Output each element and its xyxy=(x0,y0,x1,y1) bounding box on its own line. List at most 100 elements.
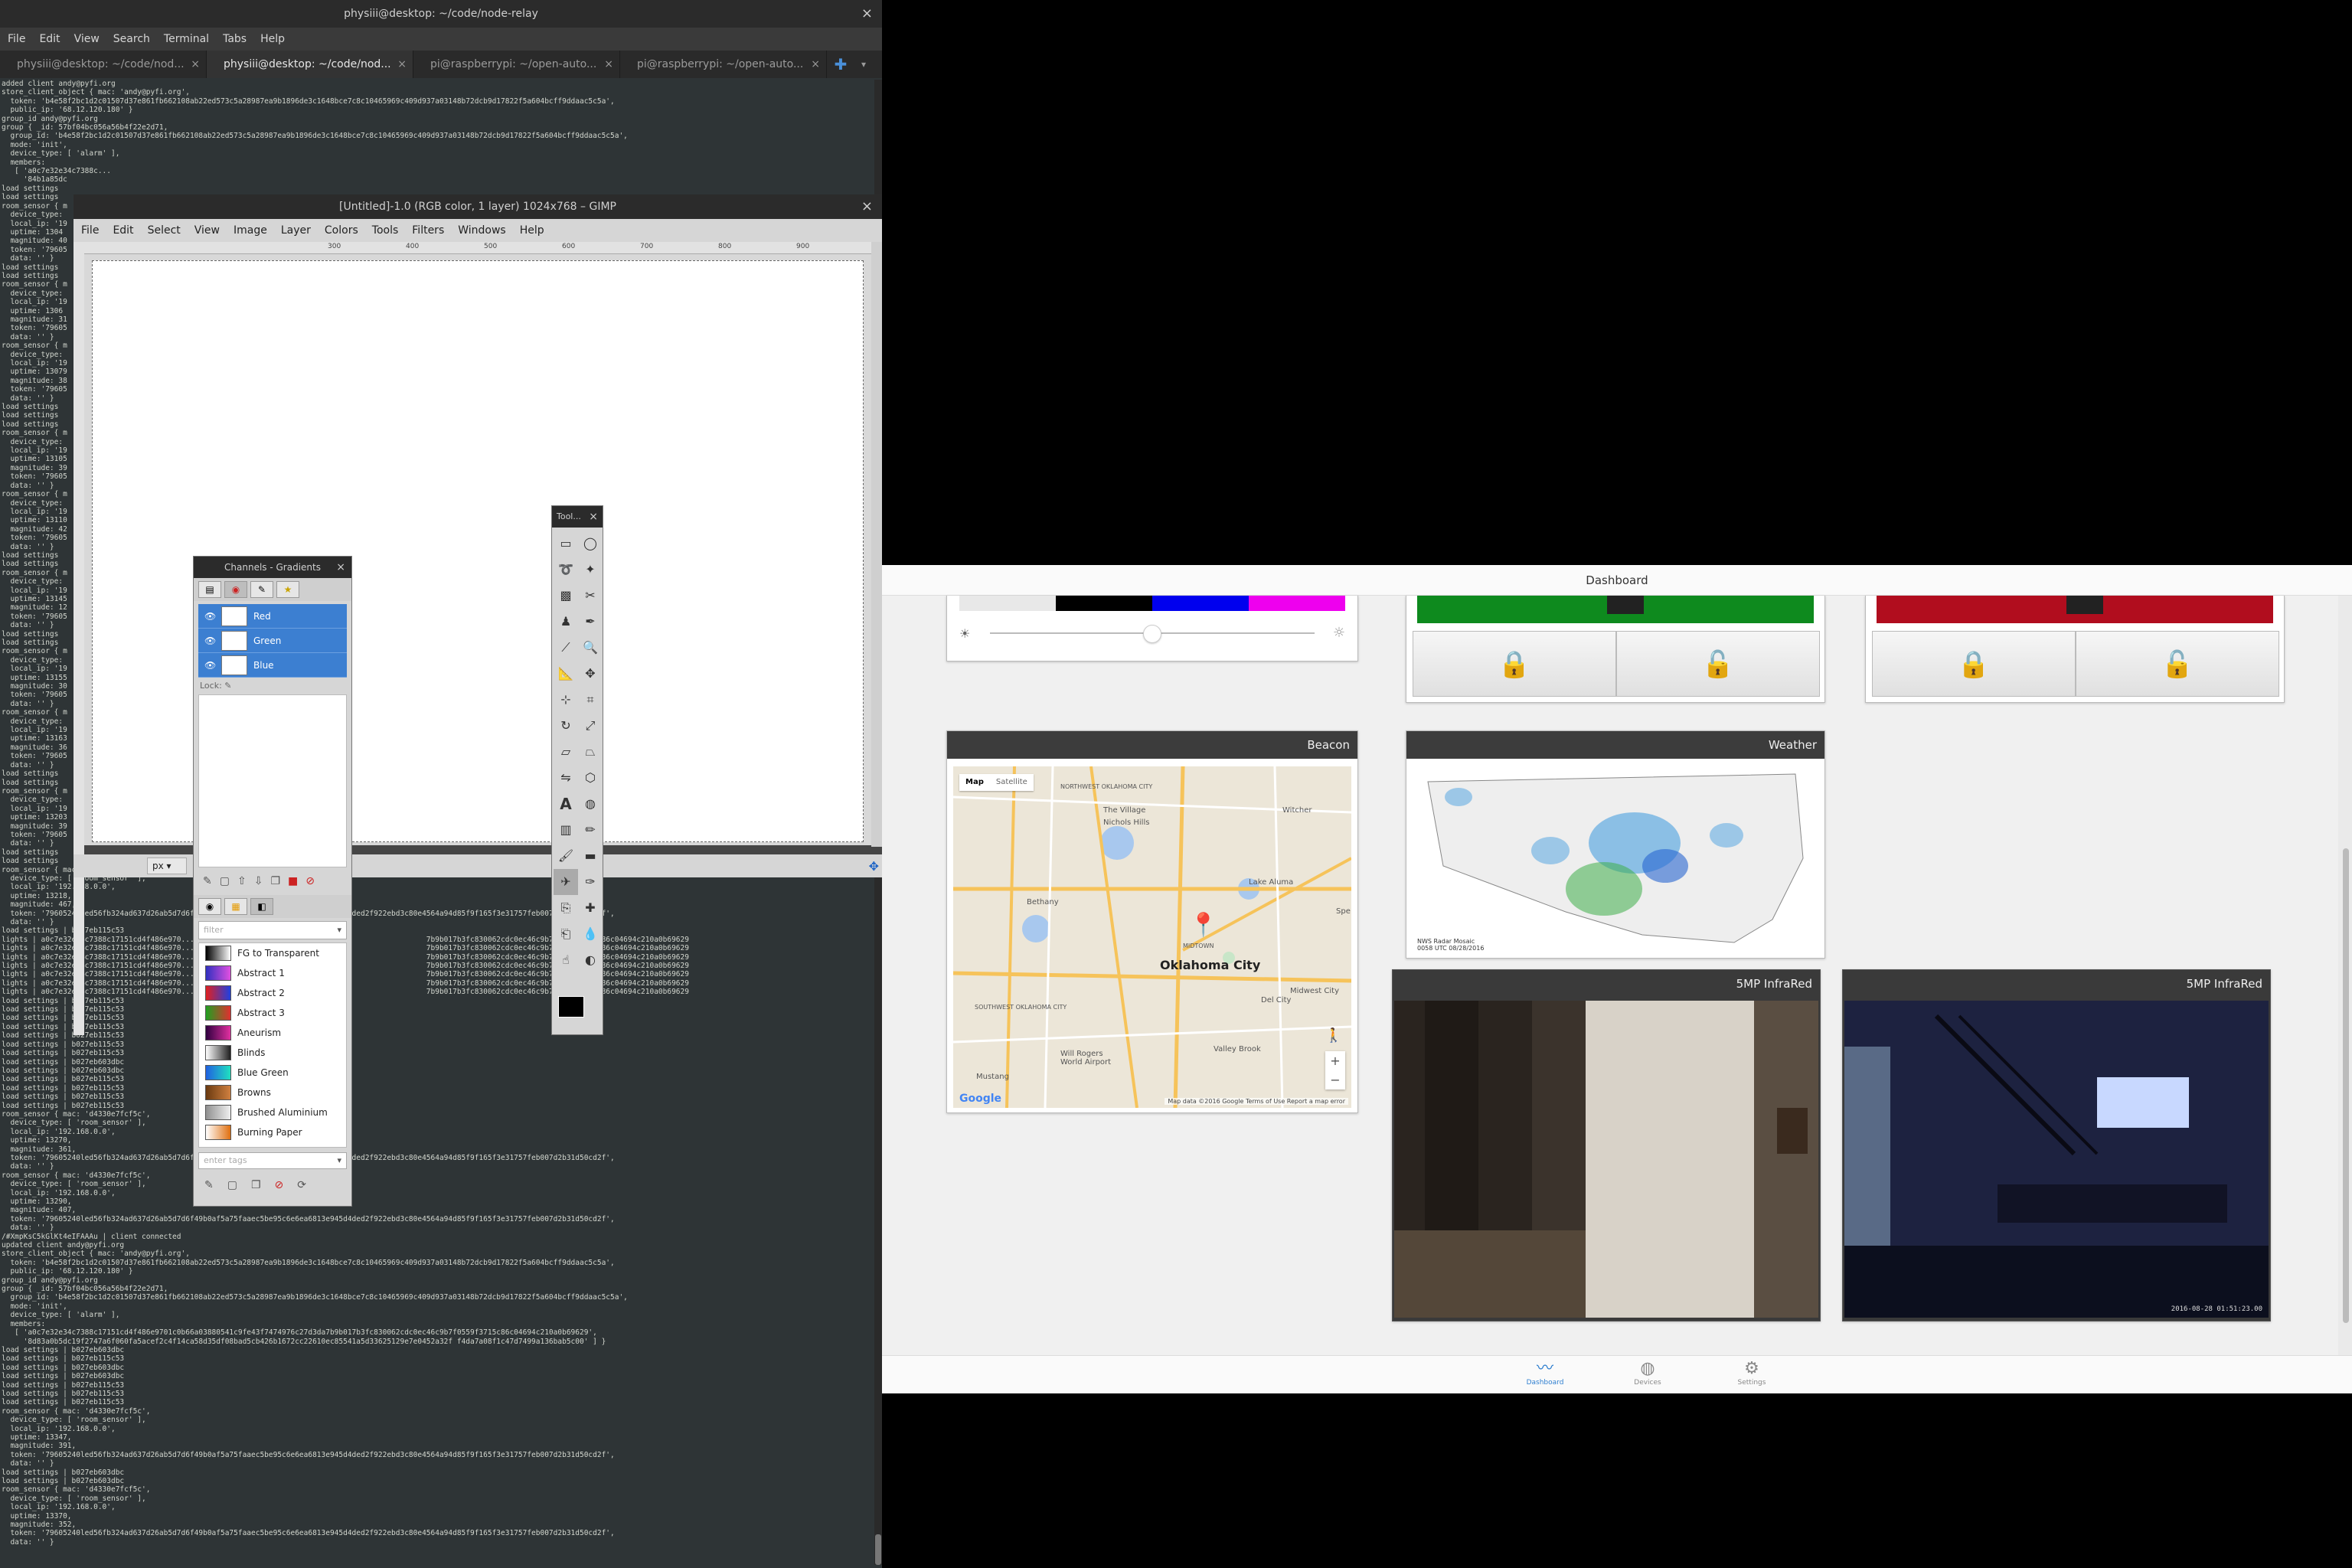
chevron-down-icon[interactable]: ▾ xyxy=(337,922,341,939)
color-picker-icon[interactable]: ⟋ xyxy=(554,635,578,661)
terminal-tab-1[interactable]: physiii@desktop: ~/code/nod... × xyxy=(0,51,207,78)
cage-icon[interactable]: ⬡ xyxy=(578,765,603,791)
menu-tools[interactable]: Tools xyxy=(372,224,399,237)
raise-channel-icon[interactable]: ⇧ xyxy=(237,875,247,887)
eraser-icon[interactable]: ▬ xyxy=(578,843,603,869)
fg-bg-colors[interactable] xyxy=(558,996,589,1027)
app-scrollbar[interactable] xyxy=(2338,596,2352,1377)
location-pin-icon[interactable]: 📍 xyxy=(1189,912,1217,939)
dodge-burn-icon[interactable]: ◐ xyxy=(578,947,603,973)
pencil-icon[interactable]: ✏ xyxy=(578,817,603,843)
foreground-select-icon[interactable]: ♟ xyxy=(554,609,578,635)
fuzzy-select-icon[interactable]: ✦ xyxy=(578,557,603,583)
unlock-button[interactable]: 🔓 xyxy=(1616,631,1820,697)
close-icon[interactable]: × xyxy=(811,51,820,78)
move-icon[interactable]: ✥ xyxy=(578,661,603,687)
menu-tabs[interactable]: Tabs xyxy=(223,33,247,45)
close-icon[interactable]: × xyxy=(589,506,598,528)
menu-edit[interactable]: Edit xyxy=(39,33,60,45)
channel-to-selection-icon[interactable]: ■ xyxy=(288,875,298,887)
close-icon[interactable]: × xyxy=(191,51,200,78)
menu-help[interactable]: Help xyxy=(260,33,285,45)
shear-icon[interactable]: ▱ xyxy=(554,739,578,765)
vertical-ruler[interactable] xyxy=(74,242,84,1035)
gradient-tags-input[interactable]: enter tags ▾ xyxy=(198,1152,347,1169)
smudge-icon[interactable]: ☝ xyxy=(554,947,578,973)
align-icon[interactable]: ⊹ xyxy=(554,687,578,713)
gradient-item[interactable]: FG to Transparent xyxy=(199,943,346,963)
pegman-icon[interactable]: 🚶 xyxy=(1325,1027,1342,1044)
duplicate-channel-icon[interactable]: ❐ xyxy=(270,875,280,887)
channel-row-blue[interactable]: 👁 Blue xyxy=(198,653,347,678)
map-button[interactable]: Map xyxy=(959,774,990,791)
gradient-item[interactable]: Browns xyxy=(199,1083,346,1102)
menu-edit[interactable]: Edit xyxy=(113,224,133,237)
slider-knob[interactable] xyxy=(1143,625,1161,643)
menu-select[interactable]: Select xyxy=(148,224,181,237)
terminal-tab-4[interactable]: pi@raspberrypi: ~/open-auto... × xyxy=(620,51,827,78)
edit-channel-icon[interactable]: ✎ xyxy=(203,875,212,887)
rect-select-icon[interactable]: ▭ xyxy=(554,531,578,557)
menu-windows[interactable]: Windows xyxy=(458,224,506,237)
clone-icon[interactable]: ⎘ xyxy=(554,895,578,921)
menu-search[interactable]: Search xyxy=(113,33,150,45)
history-tab-icon[interactable]: ★ xyxy=(276,581,299,598)
delete-gradient-icon[interactable]: ⊘ xyxy=(275,1179,284,1191)
new-tab-icon[interactable]: ✚ xyxy=(827,51,854,78)
paths-tab-icon[interactable]: ✎ xyxy=(250,581,273,598)
measure-icon[interactable]: 📐 xyxy=(554,661,578,687)
menu-filters[interactable]: Filters xyxy=(412,224,444,237)
menu-terminal[interactable]: Terminal xyxy=(164,33,209,45)
ellipse-select-icon[interactable]: ◯ xyxy=(578,531,603,557)
foreground-color[interactable] xyxy=(558,996,584,1018)
text-icon[interactable]: A xyxy=(554,791,578,817)
gradient-item[interactable]: Burning Paper xyxy=(199,1122,346,1142)
lock-button[interactable]: 🔒 xyxy=(1872,631,2076,697)
paintbrush-icon[interactable]: 🖌 xyxy=(554,843,578,869)
dashboard-app[interactable]: Dashboard ☀ ☼ 🔒 🔓 🔒 🔓 Beacon Map Satelli… xyxy=(882,565,2352,1393)
tab-settings[interactable]: ⚙ Settings xyxy=(1721,1359,1782,1387)
gradient-item[interactable]: Blue Green xyxy=(199,1063,346,1083)
bucket-fill-icon[interactable]: ◍ xyxy=(578,791,603,817)
blend-icon[interactable]: ▥ xyxy=(554,817,578,843)
perspective-icon[interactable]: ⏢ xyxy=(578,739,603,765)
eye-icon[interactable]: 👁 xyxy=(204,611,216,622)
zoom-in-button[interactable]: + xyxy=(1325,1051,1345,1070)
menu-colors[interactable]: Colors xyxy=(325,224,358,237)
color-swatch[interactable] xyxy=(959,596,1056,611)
heal-icon[interactable]: ✚ xyxy=(578,895,603,921)
new-channel-icon[interactable]: ▢ xyxy=(220,875,230,887)
gradient-item[interactable]: Brushed Aluminium xyxy=(199,1102,346,1122)
brushes-tab-icon[interactable]: ◉ xyxy=(198,898,221,915)
perspective-clone-icon[interactable]: ⎗ xyxy=(554,921,578,947)
channels-tab-icon[interactable]: ◉ xyxy=(224,581,247,598)
close-icon[interactable]: × xyxy=(861,0,873,28)
map[interactable]: Map Satellite NORTHWEST OKLAHOMA CITY Wi… xyxy=(953,766,1351,1108)
map-attribution[interactable]: Map data ©2016 Google Terms of Use Repor… xyxy=(1165,1098,1348,1105)
chevron-down-icon[interactable]: ▾ xyxy=(854,51,873,78)
rotate-icon[interactable]: ↻ xyxy=(554,713,578,739)
channel-row-green[interactable]: 👁 Green xyxy=(198,629,347,653)
menu-view[interactable]: View xyxy=(74,33,100,45)
new-gradient-icon[interactable]: ▢ xyxy=(227,1179,237,1191)
camera-feed[interactable]: 2016-08-28 01:51:23.00 xyxy=(1844,1001,2269,1318)
select-by-color-icon[interactable]: ▩ xyxy=(554,583,578,609)
lower-channel-icon[interactable]: ⇩ xyxy=(254,875,263,887)
eye-icon[interactable]: 👁 xyxy=(204,635,216,646)
zoom-out-button[interactable]: − xyxy=(1325,1070,1345,1089)
map-type-toggle[interactable]: Map Satellite xyxy=(959,774,1034,791)
gradient-filter-input[interactable]: filter ▾ xyxy=(198,921,347,939)
gradient-list[interactable]: FG to Transparent Abstract 1 Abstract 2 Abs… xyxy=(198,942,347,1148)
gradients-tab-icon[interactable]: ◧ xyxy=(250,898,273,915)
channel-row-red[interactable]: 👁 Red xyxy=(198,604,347,629)
gradient-item[interactable]: Blinds xyxy=(199,1043,346,1063)
vertical-scrollbar[interactable] xyxy=(871,242,882,847)
close-icon[interactable]: × xyxy=(604,51,613,78)
lock-pixels-icon[interactable]: ✎ xyxy=(224,681,231,691)
color-swatch[interactable] xyxy=(1249,596,1345,611)
menu-image[interactable]: Image xyxy=(234,224,267,237)
menu-file[interactable]: File xyxy=(81,224,99,237)
menu-help[interactable]: Help xyxy=(520,224,544,237)
close-icon[interactable]: × xyxy=(861,194,873,219)
satellite-button[interactable]: Satellite xyxy=(990,774,1034,791)
